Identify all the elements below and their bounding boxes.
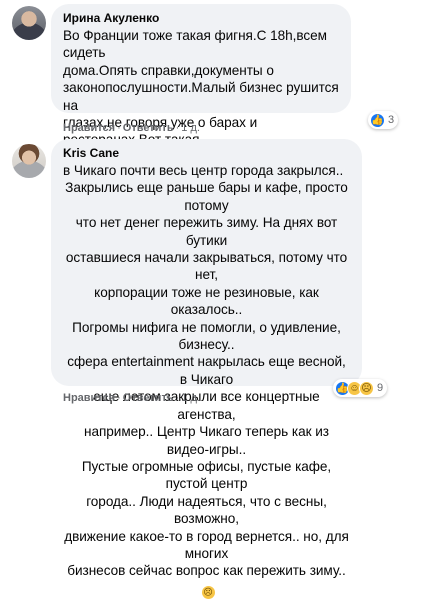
avatar-kris[interactable]	[12, 144, 46, 178]
comment-author[interactable]: Ирина Акуленко	[63, 10, 339, 26]
like-link[interactable]: Нравится	[63, 122, 115, 134]
reply-link[interactable]: Ответить	[123, 392, 174, 404]
comment-bubble-1: Ирина Акуленко Во Франции тоже такая фиг…	[51, 4, 351, 165]
comment-text-body: Закрылись еще раньше бары и кафе, просто…	[64, 180, 349, 579]
separator-dot: ·	[117, 122, 121, 134]
comment-actions-2: Нравится · Ответить · 1 д.	[63, 392, 200, 404]
separator-dot: ·	[175, 122, 180, 134]
sad-face-emoji-icon: ☹	[201, 585, 215, 599]
reaction-count: 3	[388, 114, 395, 126]
comment-text-first-line: в Чикаго почти весь центр города закрылс…	[63, 163, 344, 178]
like-link[interactable]: Нравится	[63, 392, 115, 404]
comment-text: в Чикаго почти весь центр города закрылс…	[63, 162, 350, 599]
separator-dot: ·	[117, 392, 121, 404]
reply-link[interactable]: Ответить	[123, 122, 174, 134]
reaction-count: 9	[377, 382, 384, 394]
separator-dot: ·	[175, 392, 180, 404]
avatar-irina[interactable]	[12, 6, 46, 40]
comment-actions-1: Нравится · Ответить · 1 д.	[63, 122, 200, 134]
sad-icon: ☹	[359, 380, 374, 396]
timestamp-link[interactable]: 1 д.	[181, 392, 200, 404]
timestamp-link[interactable]: 1 д.	[181, 122, 200, 134]
comment-author[interactable]: Kris Cane	[63, 145, 350, 161]
comment-bubble-2: Kris Cane в Чикаго почти весь центр горо…	[51, 139, 362, 599]
like-icon: 👍	[370, 112, 385, 128]
reaction-summary-1[interactable]: 👍 3	[368, 111, 399, 129]
reaction-summary-2[interactable]: 👍 ☺ ☹ 9	[333, 379, 388, 397]
